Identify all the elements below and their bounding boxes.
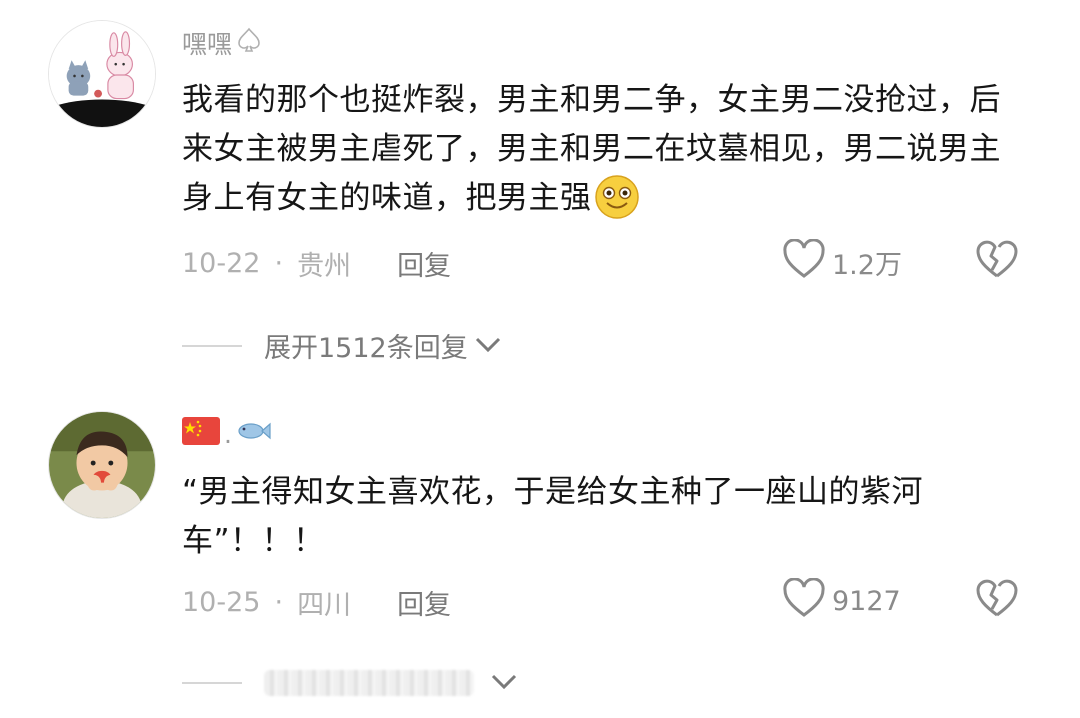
dislike-button[interactable] [974,578,1020,622]
username-text: 嘿嘿 [182,30,233,59]
comment-text: “男主得知女主喜欢花，于是给女主种了一座山的紫河车”！！！ [182,474,924,559]
china-flag-icon [182,417,220,451]
meta-separator: · [274,587,284,618]
comment-body: 我看的那个也挺炸裂，男主和男二争，女主男二没抢过，后来女主被男主虐死了，男主和男… [182,76,1022,223]
username-text: . [224,419,232,449]
meta-separator: · [274,248,284,279]
chevron-down-icon [490,667,518,698]
comment-meta: 10-22 · 贵州 回复 [182,244,451,283]
reply-button[interactable]: 回复 [397,583,451,622]
like-count: 1.2万 [832,250,902,281]
like-count: 9127 [832,586,901,617]
avatar[interactable] [48,20,156,128]
divider-line [182,681,242,684]
heart-outline-icon [782,577,826,625]
expand-replies[interactable] [182,667,518,698]
broken-heart-icon [974,240,1020,283]
chevron-down-icon [474,330,502,361]
like-button[interactable]: 9127 [782,577,901,625]
divider-line [182,344,242,347]
expand-replies[interactable]: 展开1512条回复 [182,326,502,365]
grinning-face-icon [594,174,640,220]
username[interactable]: . [182,417,272,451]
dislike-button[interactable] [974,239,1020,283]
blurred-expand-label [264,669,474,696]
username[interactable]: 嘿嘿 [182,25,262,61]
reply-button[interactable]: 回复 [397,244,451,283]
broken-heart-icon [974,579,1020,622]
like-button[interactable]: 1.2万 [782,238,902,286]
comment-date: 10-22 [182,248,261,279]
expand-replies-label: 展开1512条回复 [264,333,468,364]
spade-outline-icon [236,26,262,60]
comment-location: 贵州 [297,251,352,282]
comment-meta: 10-25 · 四川 回复 [182,583,451,622]
comment-text: 我看的那个也挺炸裂，男主和男二争，女主男二没抢过，后来女主被男主虐死了，男主和男… [182,82,1001,216]
fish-icon [236,419,272,449]
heart-outline-icon [782,238,826,286]
avatar[interactable] [48,411,156,519]
comment-body: “男主得知女主喜欢花，于是给女主种了一座山的紫河车”！！！ [182,468,1022,566]
comment-location: 四川 [297,590,352,621]
comment-date: 10-25 [182,587,261,618]
